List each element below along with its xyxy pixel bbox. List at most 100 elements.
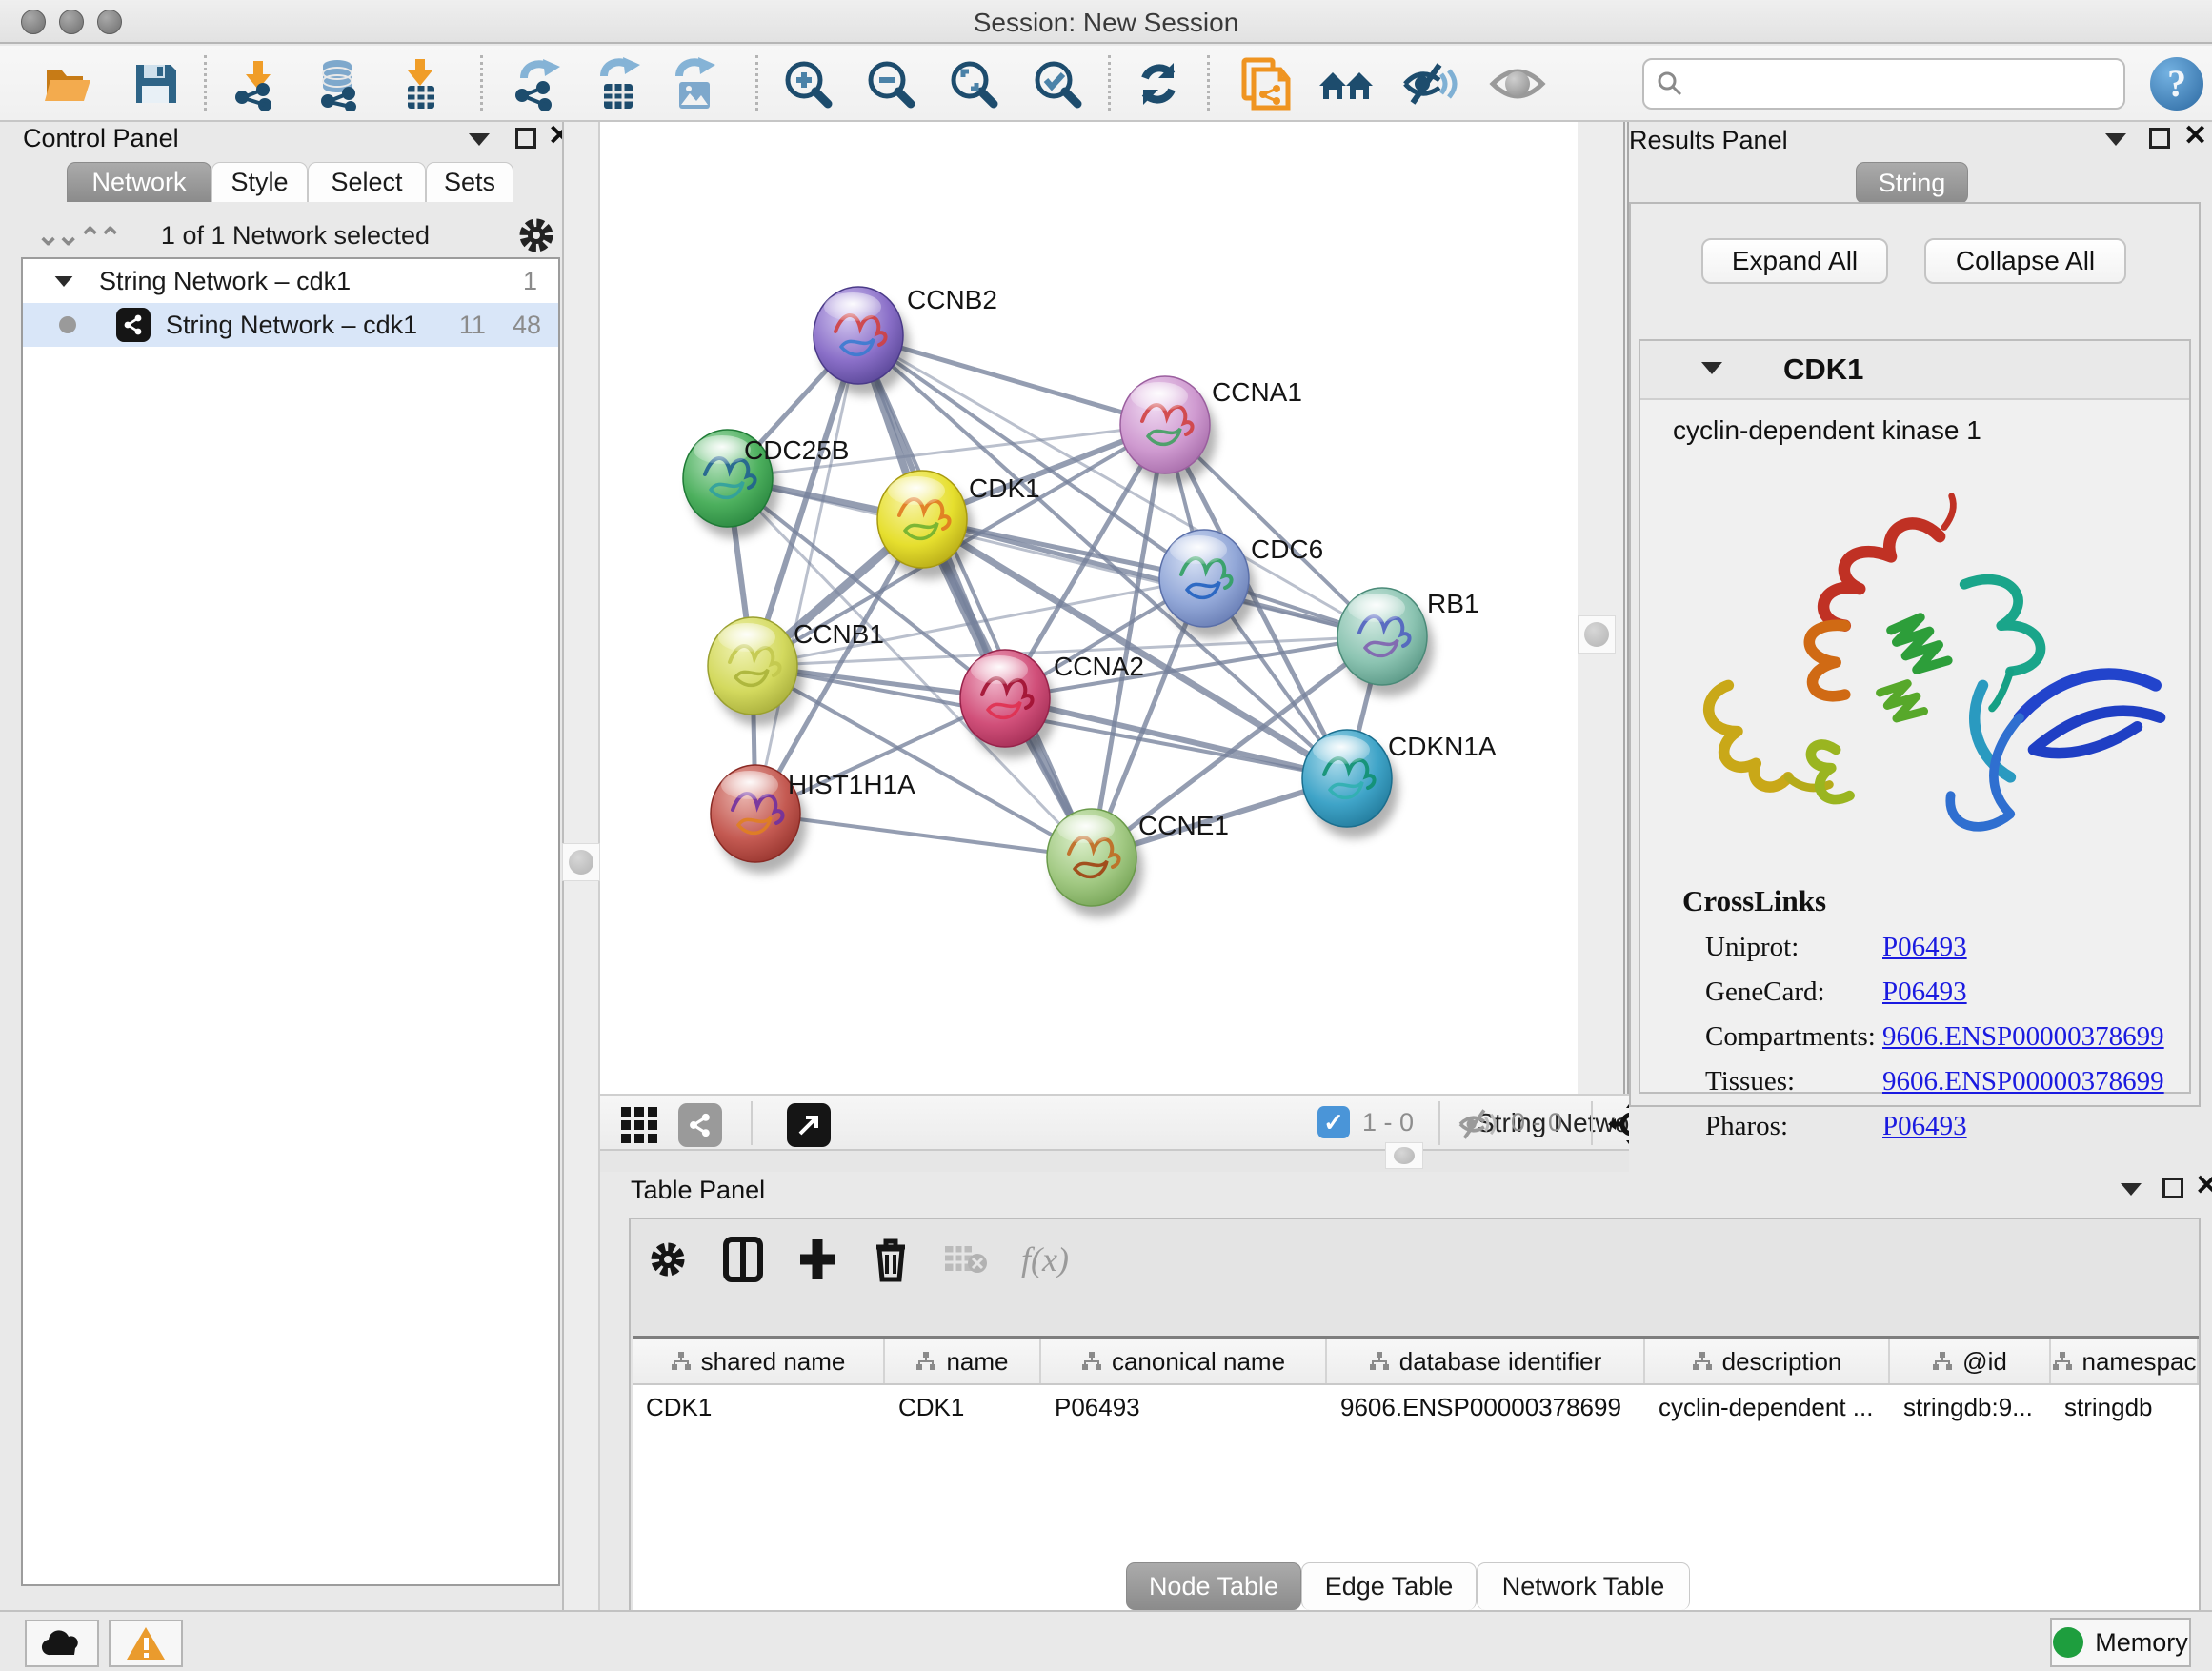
- network-node-CDK1[interactable]: CDK1: [877, 471, 1040, 579]
- horizontal-splitter-grip[interactable]: [1385, 1142, 1423, 1169]
- results-panel-close-button[interactable]: ✕: [2183, 126, 2207, 147]
- network-canvas[interactable]: CCNB2CCNA1CDC25BCDK1CDC6RB1CCNB1CCNA2CDK…: [600, 122, 1578, 1094]
- network-node-CDKN1A[interactable]: CDKN1A: [1302, 730, 1497, 838]
- show-columns-icon[interactable]: [722, 1236, 764, 1283]
- copy-network-button[interactable]: [1237, 54, 1296, 113]
- toolbar-separator: [1207, 55, 1210, 111]
- zoom-out-icon: [863, 56, 918, 111]
- zoom-in-button[interactable]: [778, 54, 837, 113]
- control-panel-menu-button[interactable]: [469, 133, 490, 146]
- column-header-description[interactable]: description: [1645, 1339, 1890, 1383]
- network-collection-row[interactable]: String Network – cdk1 1: [23, 259, 558, 303]
- tab-network[interactable]: Network: [67, 162, 211, 202]
- network-options-gear-icon[interactable]: [514, 213, 558, 257]
- results-panel: Results Panel ✕ String Expand All Collap…: [1629, 122, 2212, 1172]
- tab-network-table[interactable]: Network Table: [1477, 1562, 1690, 1610]
- search-field[interactable]: [1642, 58, 2125, 110]
- collection-label: String Network – cdk1: [99, 267, 351, 296]
- network-node-CDC25B[interactable]: CDC25B: [683, 430, 849, 538]
- results-panel-float-button[interactable]: [2149, 128, 2170, 149]
- selected-checkbox-icon[interactable]: ✓: [1317, 1106, 1350, 1138]
- save-session-button[interactable]: [126, 54, 185, 113]
- column-header-shared-name[interactable]: shared name: [633, 1339, 885, 1383]
- table-panel-close-button[interactable]: ✕: [2195, 1176, 2212, 1197]
- table-panel-float-button[interactable]: [2162, 1178, 2183, 1198]
- column-header-database-identifier[interactable]: database identifier: [1327, 1339, 1645, 1383]
- collection-count: 1: [523, 267, 537, 296]
- column-header-name[interactable]: name: [885, 1339, 1041, 1383]
- eye-slash-icon: [1401, 57, 1458, 111]
- column-header-namespac[interactable]: namespac: [2051, 1339, 2199, 1383]
- expand-all-button[interactable]: Expand All: [1701, 238, 1888, 284]
- network-node-CCNB1[interactable]: CCNB1: [708, 617, 884, 726]
- open-folder-icon: [41, 57, 94, 111]
- crosslink-value-link[interactable]: 9606.ENSP00000378699: [1882, 1066, 2164, 1097]
- right-splitter-grip[interactable]: [1578, 615, 1616, 654]
- network-share-icon[interactable]: [678, 1103, 722, 1147]
- tab-sets[interactable]: Sets: [426, 162, 513, 202]
- zoom-fit-button[interactable]: [944, 54, 1003, 113]
- column-header-canonical-name[interactable]: canonical name: [1041, 1339, 1327, 1383]
- network-row-selected[interactable]: String Network – cdk1 11 48: [23, 303, 558, 347]
- collection-expand-caret[interactable]: [55, 275, 73, 286]
- node-label-RB1: RB1: [1427, 589, 1478, 618]
- table-cell: CDK1: [885, 1385, 1041, 1429]
- open-session-button[interactable]: [38, 54, 97, 113]
- network-node-CDC6[interactable]: CDC6: [1159, 530, 1323, 638]
- results-panel-menu-button[interactable]: [2105, 133, 2126, 146]
- table-panel-menu-button[interactable]: [2121, 1183, 2142, 1196]
- crosslink-value-link[interactable]: P06493: [1882, 1111, 1967, 1142]
- import-table-button[interactable]: [392, 54, 451, 113]
- window-title: Session: New Session: [0, 8, 2212, 38]
- network-node-count: 11: [459, 311, 486, 340]
- import-network-from-database-button[interactable]: [310, 54, 369, 113]
- search-input[interactable]: [1684, 70, 2084, 99]
- crosslink-value-link[interactable]: P06493: [1882, 976, 1967, 1008]
- cloud-button[interactable]: [25, 1620, 99, 1667]
- zoom-in-icon: [780, 56, 835, 111]
- network-node-CCNE1[interactable]: CCNE1: [1047, 809, 1229, 917]
- warnings-button[interactable]: [109, 1620, 183, 1667]
- control-panel-float-button[interactable]: [515, 128, 536, 149]
- crosslink-row: GeneCard:P06493: [1682, 976, 2178, 1008]
- left-splitter-grip[interactable]: [562, 843, 600, 881]
- network-edge-CCNB2-HIST1H1A[interactable]: [755, 335, 858, 814]
- birds-eye-view-grid-icon[interactable]: [617, 1103, 661, 1147]
- open-in-new-window-button[interactable]: [787, 1103, 831, 1147]
- gene-card-header[interactable]: CDK1: [1640, 341, 2189, 400]
- memory-button[interactable]: Memory: [2050, 1618, 2191, 1667]
- delete-column-trash-icon[interactable]: [871, 1236, 911, 1283]
- node-label-CDC6: CDC6: [1251, 534, 1323, 564]
- import-network-button[interactable]: [228, 54, 287, 113]
- create-column-plus-icon[interactable]: [796, 1236, 838, 1283]
- table-panel: Table Panel ✕: [600, 1172, 2212, 1610]
- document-share-icon: [1238, 56, 1294, 111]
- crosslink-value-link[interactable]: 9606.ENSP00000378699: [1882, 1021, 2164, 1053]
- refresh-button[interactable]: [1129, 54, 1188, 113]
- export-table-button[interactable]: [590, 54, 649, 113]
- home-button[interactable]: [1317, 54, 1376, 113]
- tab-string[interactable]: String: [1856, 162, 1968, 204]
- table-options-gear-icon[interactable]: [646, 1238, 690, 1281]
- tab-node-table[interactable]: Node Table: [1126, 1562, 1301, 1610]
- export-network-icon: [511, 57, 564, 111]
- tab-style[interactable]: Style: [211, 162, 308, 202]
- zoom-out-button[interactable]: [861, 54, 920, 113]
- help-button[interactable]: ?: [2147, 54, 2206, 113]
- tab-select[interactable]: Select: [308, 162, 426, 202]
- gene-collapse-caret[interactable]: [1701, 362, 1722, 374]
- function-builder-icon: f(x): [1021, 1239, 1069, 1279]
- table-header-row: shared namenamecanonical namedatabase id…: [633, 1339, 2199, 1385]
- export-network-button[interactable]: [508, 54, 567, 113]
- zoom-selected-button[interactable]: [1028, 54, 1087, 113]
- network-node-RB1[interactable]: RB1: [1337, 588, 1478, 696]
- hide-unhide-button[interactable]: [1400, 54, 1459, 113]
- export-image-button[interactable]: [665, 54, 724, 113]
- table-row[interactable]: CDK1CDK1P064939606.ENSP00000378699cyclin…: [633, 1385, 2199, 1429]
- crosslink-value-link[interactable]: P06493: [1882, 932, 1967, 963]
- collapse-all-button[interactable]: Collapse All: [1924, 238, 2126, 284]
- right-splitter[interactable]: [1578, 122, 1629, 1094]
- tab-edge-table[interactable]: Edge Table: [1301, 1562, 1477, 1610]
- column-header-@id[interactable]: @id: [1890, 1339, 2051, 1383]
- show-graphics-button[interactable]: [1488, 54, 1547, 113]
